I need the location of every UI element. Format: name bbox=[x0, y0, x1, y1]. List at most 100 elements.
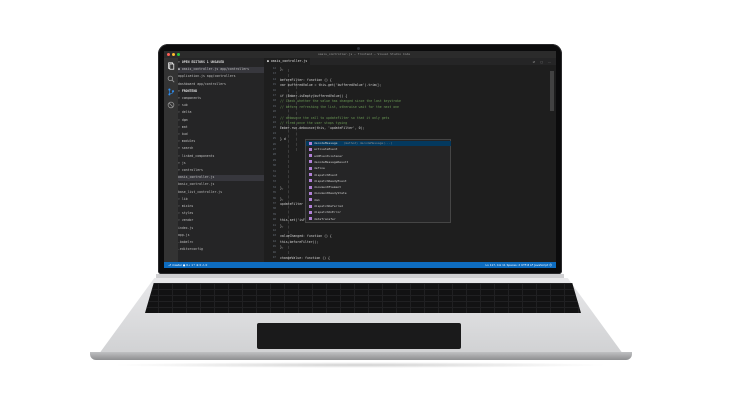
explorer-item[interactable]: ▾ js bbox=[178, 161, 264, 167]
line-number: 14 bbox=[272, 77, 276, 81]
suggestion-item[interactable]: dispatchDeferred bbox=[306, 204, 451, 209]
code-line: // Check whether the value has changed s… bbox=[280, 99, 401, 104]
line-number: 32 bbox=[272, 175, 276, 178]
minimize-window-button[interactable] bbox=[172, 53, 175, 56]
suggestion-item[interactable]: decodeMessageResult bbox=[306, 160, 451, 165]
explorer-item[interactable]: ▾ search bbox=[178, 146, 264, 152]
code-line: updateFilter bbox=[280, 202, 304, 206]
code-line: var bufferedValue = this.get('bufferedVa… bbox=[280, 83, 382, 88]
method-icon bbox=[309, 185, 312, 189]
method-icon bbox=[309, 217, 312, 221]
explorer-item[interactable]: index.js bbox=[178, 226, 264, 232]
line-number: 38 bbox=[272, 207, 276, 211]
editor-actions[interactable]: ⇄ ▢ ⋯ bbox=[533, 60, 553, 64]
maximize-window-button[interactable] bbox=[177, 53, 180, 56]
status-left[interactable]: ⎇ master ● 0⇣ 1⇡ ⊗ 0 ⚠ 0 bbox=[168, 262, 207, 268]
code-line: if (Ember.isEmpty(bufferedValue)) { bbox=[280, 94, 348, 98]
explorer-item[interactable]: › linked_components bbox=[178, 154, 264, 160]
line-number: 29 bbox=[272, 158, 276, 162]
suggestion-item[interactable]: documentReadyState bbox=[306, 191, 451, 196]
explorer-item[interactable]: › vendor bbox=[178, 218, 264, 224]
suggestion-item[interactable]: dom bbox=[306, 198, 451, 203]
explorer-item[interactable]: ▾ FRONTEND bbox=[178, 89, 264, 95]
explorer-item[interactable]: ▾ OPEN EDITORS 1 UNSAVED bbox=[178, 60, 264, 66]
line-number: 28 bbox=[272, 153, 276, 157]
close-window-button[interactable] bbox=[167, 53, 170, 56]
explorer-item[interactable]: › mixins bbox=[178, 204, 264, 210]
suggestion-label: activateEvent bbox=[314, 147, 338, 152]
explorer-item[interactable]: app.js bbox=[178, 233, 264, 239]
suggestion-item[interactable]: addEventListener bbox=[306, 154, 451, 159]
explorer-item[interactable]: › lib bbox=[178, 197, 264, 203]
suggestion-label: addEventListener bbox=[314, 153, 343, 158]
explorer-item[interactable]: oasis_controller.js bbox=[178, 175, 264, 181]
explorer-item[interactable]: › mat bbox=[178, 125, 264, 131]
suggestion-label: dispatchOnError bbox=[314, 210, 342, 215]
code-line: }, bbox=[280, 196, 284, 201]
suggestion-label: dispatchReadyEvent bbox=[314, 178, 347, 183]
line-number: 31 bbox=[272, 169, 276, 173]
suggestion-item[interactable]: dispatchReadyEvent bbox=[306, 179, 451, 184]
method-icon bbox=[309, 204, 312, 208]
suggestion-item[interactable]: decodeMessage (method) decodeMessage(...) bbox=[306, 141, 451, 147]
explorer-item[interactable]: ▾ controllers bbox=[178, 168, 264, 174]
code-line: } d bbox=[280, 137, 286, 142]
suggestion-item[interactable]: dispatchEvent bbox=[306, 173, 451, 178]
status-bar: ⎇ master ● 0⇣ 1⇡ ⊗ 0 ⚠ 0 Ln 117, Col 11 … bbox=[164, 262, 556, 268]
code-line: }, bbox=[280, 185, 284, 190]
explorer-item[interactable]: base_list_controller.js bbox=[178, 190, 264, 196]
line-number: 18 bbox=[272, 99, 276, 103]
line-number: 19 bbox=[272, 104, 276, 108]
code-line: // debounce the call to updateFilter so … bbox=[280, 115, 390, 120]
explorer-item[interactable]: › bud bbox=[178, 132, 264, 138]
scrollbar-thumb[interactable] bbox=[550, 71, 554, 111]
suggestion-popup[interactable]: decodeMessage (method) decodeMessage(...)… bbox=[305, 139, 451, 223]
status-right[interactable]: Ln 117, Col 11 Spaces: 2 UTF-8 LF JavaSc… bbox=[485, 262, 552, 268]
code-line: Ember.run.debounce(this, 'updateFilter',… bbox=[280, 126, 365, 131]
search-icon[interactable] bbox=[167, 75, 175, 83]
code-line: // fired once the user stops typing bbox=[280, 121, 348, 125]
method-icon bbox=[309, 141, 312, 145]
code-line: changeValue: function () { bbox=[280, 256, 330, 260]
window-title: oasis_controller.js — frontend — Visual … bbox=[317, 52, 411, 56]
explorer-item[interactable]: › modules bbox=[178, 139, 264, 145]
explorer-icon[interactable] bbox=[167, 62, 175, 70]
suggestion-item[interactable]: dispatchOnError bbox=[306, 210, 451, 215]
suggestion-label: decodeMessage bbox=[314, 141, 338, 145]
line-number: 37 bbox=[272, 202, 276, 205]
code-line: }, bbox=[280, 67, 284, 71]
explorer-item[interactable]: ▾ components bbox=[178, 96, 264, 102]
code-line: beforeFilter: function () { bbox=[280, 77, 332, 82]
explorer-item[interactable]: .babelrc bbox=[178, 240, 264, 246]
screen: oasis_controller.js — frontend — Visual … bbox=[164, 51, 556, 268]
explorer-item[interactable]: › dpm bbox=[178, 118, 264, 124]
method-icon bbox=[309, 198, 312, 202]
code-line: valueChanged: function () { bbox=[280, 234, 332, 239]
tab-oasis-controller[interactable]: ● oasis_controller.js bbox=[264, 58, 310, 65]
suggestion-item[interactable]: dataTransfer bbox=[306, 217, 451, 222]
explorer-item[interactable]: › delta bbox=[178, 110, 264, 116]
source-control-icon[interactable] bbox=[167, 88, 175, 96]
method-icon bbox=[309, 154, 312, 158]
explorer-item[interactable]: › styles bbox=[178, 211, 264, 217]
suggestion-item[interactable]: documentElement bbox=[306, 185, 451, 190]
line-number: 39 bbox=[272, 212, 276, 216]
explorer-item[interactable]: ● oasis_controller.js app/controllers bbox=[178, 67, 264, 73]
explorer-item[interactable]: basic_controller.js bbox=[178, 182, 264, 188]
line-number: 30 bbox=[272, 164, 276, 168]
line-number: 46 bbox=[272, 250, 276, 254]
explorer-item[interactable]: application.js app/controllers bbox=[178, 74, 264, 80]
suggestion-item[interactable]: define bbox=[306, 166, 451, 171]
method-icon bbox=[309, 173, 312, 176]
editor-scrollbar[interactable] bbox=[548, 65, 556, 262]
debug-icon[interactable] bbox=[167, 101, 175, 109]
explorer-item[interactable]: .editorconfig bbox=[178, 247, 264, 253]
suggestion-item[interactable]: activateEvent bbox=[306, 147, 451, 152]
line-number: 17 bbox=[272, 94, 276, 97]
line-number: 26 bbox=[272, 142, 276, 146]
explorer-item[interactable]: › sub bbox=[178, 103, 264, 109]
title-bar: oasis_controller.js — frontend — Visual … bbox=[164, 51, 556, 58]
line-number: 40 bbox=[272, 218, 276, 222]
explorer-item[interactable]: dashboard app/controllers bbox=[178, 82, 264, 88]
suggestion-label: define bbox=[314, 166, 325, 171]
